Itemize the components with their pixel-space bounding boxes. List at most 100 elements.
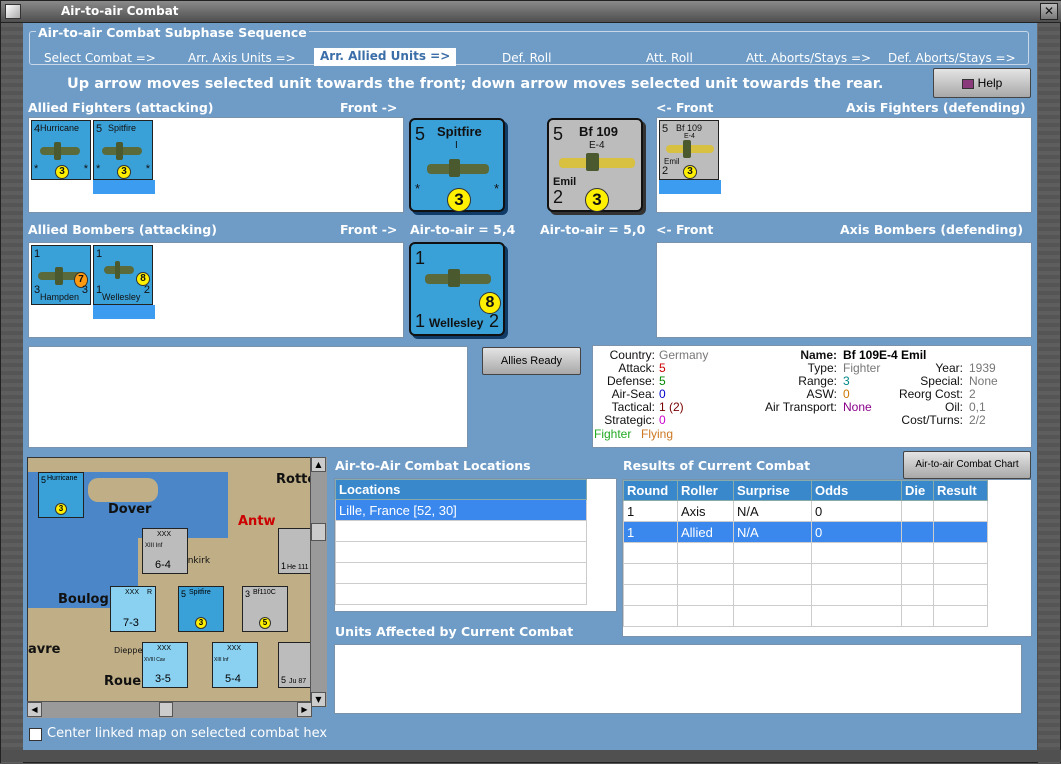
country-label: Country: (609, 348, 655, 362)
results-row[interactable] (623, 542, 988, 564)
location-cell (335, 562, 587, 584)
allied-fighters-label: Allied Fighters (attacking) (28, 100, 214, 115)
close-button[interactable]: ✕ (1040, 3, 1058, 20)
results-cell: N/A (733, 521, 812, 543)
counter-value-circle: 3 (585, 188, 609, 212)
counter-name: Wellesley (429, 316, 484, 330)
allied-fighter-counter-spitfire[interactable]: 5 Spitfire * * 3 (93, 120, 153, 180)
air-to-air-combat-window: Air-to-air Combat ✕ Air-to-air Combat Su… (0, 0, 1061, 764)
map-label-dover: Dover (108, 502, 152, 517)
help-button[interactable]: Help (933, 68, 1031, 98)
counter-defense-value: * (96, 163, 101, 175)
map-land-dover (88, 478, 158, 502)
counter-attack-value: 5 (662, 123, 669, 135)
map-counter-hurricane[interactable]: 5 Hurricane 3 (38, 472, 84, 518)
selected-allied-fighter-counter: 5 Spitfire I * * 3 (409, 118, 505, 212)
scroll-down-arrow-icon[interactable]: ▼ (311, 692, 326, 707)
wellesley-plane-icon (104, 261, 134, 279)
location-row[interactable]: Lille, France [52, 30] (335, 499, 587, 521)
counter-type: XXX (157, 531, 172, 538)
attack-value: 5 (659, 361, 666, 375)
map-counter-infantry-5-4[interactable]: XXX XIII Inf 5-4 (212, 642, 258, 688)
counter-range-value: * (83, 163, 88, 175)
defense-value: 5 (659, 374, 666, 388)
counter-defense-value: * (415, 181, 421, 196)
counter-value-circle: 5 (259, 617, 271, 629)
center-map-checkbox[interactable] (29, 728, 42, 741)
scroll-up-arrow-icon[interactable]: ▲ (311, 457, 326, 472)
map-label-antwerp: Antw (238, 514, 276, 529)
subphase-sequence-title: Air-to-air Combat Subphase Sequence (36, 25, 309, 40)
map-counter-spitfire[interactable]: 5 Spitfire 3 (178, 586, 224, 632)
results-cell: Axis (677, 500, 734, 522)
results-row[interactable] (623, 563, 988, 585)
allied-bomber-counter-wellesley[interactable]: 1 8 1 Wellesley 2 (93, 245, 153, 305)
map-vertical-scrollbar[interactable]: ▲ ▼ (310, 457, 327, 707)
results-row[interactable]: 1 Axis N/A 0 (623, 500, 988, 522)
counter-attack-value: 1 (415, 248, 426, 268)
scroll-right-arrow-icon[interactable]: ▶ (297, 702, 312, 717)
results-row[interactable]: 1 Allied N/A 0 (623, 521, 988, 543)
selected-unit-indicator (93, 305, 155, 319)
scroll-h-thumb[interactable] (159, 702, 173, 717)
map-counter-bf110[interactable]: 3 Bf110C 5 (242, 586, 288, 632)
locations-header: Locations (335, 479, 587, 500)
counter-name: Bf 109 (676, 123, 703, 133)
location-cell (335, 520, 587, 542)
col-die: Die (901, 480, 934, 501)
results-cell (933, 521, 988, 543)
allied-fighter-counter-hurricane[interactable]: 4 Hurricane * * 3 (31, 120, 91, 180)
combat-locations-list[interactable]: Locations Lille, France [52, 30] (334, 478, 617, 612)
title-bar[interactable]: Air-to-air Combat ✕ (1, 1, 1061, 23)
wellesley-plane-icon (425, 269, 491, 287)
tactical-label: Tactical: (611, 400, 655, 414)
type-label: Type: (807, 361, 837, 375)
location-row[interactable] (335, 562, 587, 584)
results-cell (933, 542, 988, 564)
results-cell: 1 (623, 521, 678, 543)
counter-type: XXX (125, 589, 140, 596)
window-frame-bottom (1, 750, 1061, 762)
step-att-aborts: Att. Aborts/Stays => (746, 51, 872, 65)
app-icon (5, 4, 21, 19)
location-row[interactable] (335, 541, 587, 563)
step-att-roll: Att. Roll (646, 51, 693, 65)
results-cell (901, 500, 934, 522)
scroll-v-thumb[interactable] (311, 523, 326, 541)
asw-value: 0 (843, 387, 850, 401)
location-row[interactable] (335, 520, 587, 542)
selected-axis-fighter-counter: 5 Bf 109 E-4 Emil 2 3 (547, 118, 643, 212)
location-row[interactable] (335, 583, 587, 605)
allied-fighters-panel[interactable]: 4 Hurricane * * 3 5 Spitfire * * 3 (28, 117, 404, 213)
axis-fighter-counter-bf109[interactable]: 5 Bf 109 E-4 Emil 2 3 (659, 120, 719, 180)
combat-chart-button[interactable]: Air-to-air Combat Chart (903, 451, 1031, 479)
air-sea-value: 0 (659, 387, 666, 401)
map-counter-unit-7-3[interactable]: XXX R 7-3 (110, 586, 156, 632)
col-round: Round (623, 480, 678, 501)
allies-ready-button[interactable]: Allies Ready (482, 347, 581, 375)
counter-value-circle: 3 (55, 503, 67, 515)
counter-range-value: 2 (488, 311, 499, 331)
allied-bomber-counter-hampden[interactable]: 1 7 3 Hampden 3 (31, 245, 91, 305)
results-cell (811, 563, 902, 585)
allied-bombers-panel[interactable]: 1 7 3 Hampden 3 1 8 1 Wellesley 2 (28, 242, 404, 338)
col-result: Result (933, 480, 988, 501)
range-label: Range: (798, 374, 837, 388)
linked-map-view[interactable]: Dover Rotterd Boulog Antw unkirk avre Ro… (27, 457, 327, 707)
tactical-value: 1 (2) (659, 400, 684, 414)
map-counter-cavalry-3-5[interactable]: XXX XVIII Cav 3-5 (142, 642, 188, 688)
results-row[interactable] (623, 584, 988, 606)
axis-fighters-panel[interactable]: 5 Bf 109 E-4 Emil 2 3 (656, 117, 1032, 213)
results-row[interactable] (623, 605, 988, 627)
map-horizontal-scrollbar[interactable]: ◀ ▶ (27, 701, 312, 718)
map-label-havre: avre (28, 642, 61, 657)
results-table: Round Roller Surprise Odds Die Result 1A… (623, 480, 988, 627)
results-cell (933, 563, 988, 585)
results-cell (733, 605, 812, 627)
spitfire-plane-icon (102, 142, 142, 160)
counter-type: XXX (227, 645, 242, 652)
unit-info-panel: Country: Germany Attack: 5 Defense: 5 Ai… (592, 345, 1032, 448)
scroll-left-arrow-icon[interactable]: ◀ (27, 702, 42, 717)
axis-bombers-panel[interactable] (656, 242, 1032, 338)
map-counter-infantry-6-4[interactable]: XXX XIII Inf 6-4 (142, 528, 188, 574)
